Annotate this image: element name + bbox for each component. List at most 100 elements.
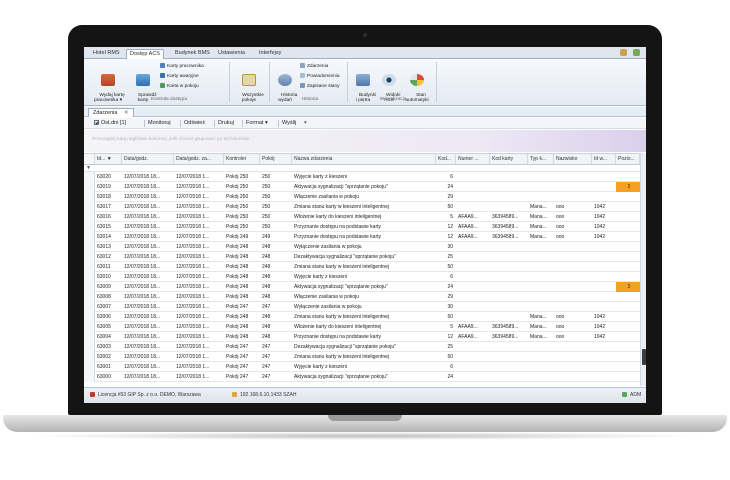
table-row[interactable]: 63004 12/07/2018 18... 12/07/2018 1... Pokó…: [84, 332, 640, 342]
table-row[interactable]: 63007 12/07/2018 18... 12/07/2018 1... Pokó…: [84, 302, 640, 312]
saved-states-button[interactable]: Zapisane stany: [300, 83, 340, 90]
cell-card-code: [490, 362, 528, 372]
table-row[interactable]: 63012 12/07/2018 18... 12/07/2018 1... Pokó…: [84, 252, 640, 262]
events-grid: Id... ▼ Data/godz. Data/godz. za... Kontrol…: [84, 153, 640, 386]
header-col-surname[interactable]: Nazwisko: [554, 154, 592, 165]
cell-id-w: 1042: [594, 334, 606, 340]
scrollbar-thumb[interactable]: [642, 349, 646, 365]
check-card-button[interactable]: Sprawdź kartę: [130, 63, 157, 110]
monitor-button[interactable]: Monitoruj: [148, 120, 171, 127]
header-col-code[interactable]: Kod...: [436, 154, 456, 165]
refresh-button[interactable]: Odśwież: [184, 120, 205, 127]
row-indicator[interactable]: [84, 202, 95, 212]
all-rooms-button[interactable]: Wszystkie pokoje: [234, 63, 264, 110]
row-indicator[interactable]: [84, 242, 95, 252]
header-col-card-code[interactable]: Kod karty: [490, 154, 528, 165]
tab-budynek-bms[interactable]: Budynek BMS: [172, 49, 213, 59]
row-indicator[interactable]: [84, 282, 95, 292]
row-indicator[interactable]: [84, 312, 95, 322]
header-col-id-w[interactable]: Id w...: [592, 154, 616, 165]
table-row[interactable]: 63005 12/07/2018 18... 12/07/2018 1... Pokó…: [84, 322, 640, 332]
users-icon[interactable]: [620, 49, 628, 56]
table-row[interactable]: 63013 12/07/2018 18... 12/07/2018 1... Pokó…: [84, 242, 640, 252]
tab-ustawienia[interactable]: Ustawienia: [215, 49, 248, 59]
filter-row[interactable]: ▼: [84, 165, 640, 172]
table-row[interactable]: 63001 12/07/2018 18... 12/07/2018 1... Pokó…: [84, 362, 640, 372]
format-dropdown[interactable]: Format ▾: [246, 120, 268, 127]
header-col-date[interactable]: Data/godz.: [122, 154, 174, 165]
vertical-scrollbar[interactable]: [640, 153, 646, 386]
header-col-level[interactable]: Pozio...: [616, 154, 640, 165]
table-row[interactable]: 63018 12/07/2018 18... 12/07/2018 1... Pokó…: [84, 192, 640, 202]
buildings-button[interactable]: Budynki i piętra: [351, 63, 376, 110]
table-row[interactable]: 63003 12/07/2018 18... 12/07/2018 1... Pokó…: [84, 342, 640, 352]
row-indicator[interactable]: [84, 182, 95, 192]
group-by-panel[interactable]: Przeciągnij tutaj nagłówek kolumny, jeśl…: [84, 130, 646, 152]
row-indicator[interactable]: [84, 292, 95, 302]
tab-events[interactable]: Zdarzenia ✕: [88, 108, 134, 117]
header-col-room[interactable]: Pokój: [260, 154, 292, 165]
row-indicator[interactable]: [84, 342, 95, 352]
tab-interfejsy[interactable]: Interfejsy: [256, 49, 284, 59]
close-icon[interactable]: ✕: [124, 110, 129, 116]
row-indicator[interactable]: [84, 332, 95, 342]
row-indicator[interactable]: [84, 232, 95, 242]
recent-days-checkbox[interactable]: Ost.dni [1]: [94, 120, 126, 127]
toolbar-separator: [144, 120, 145, 127]
notifications-button[interactable]: Powiadomienia: [300, 73, 340, 80]
history-button[interactable]: Historia wydań: [273, 63, 297, 110]
header-col-id[interactable]: Id... ▼: [95, 154, 122, 165]
row-indicator[interactable]: [84, 212, 95, 222]
row-indicator[interactable]: [84, 192, 95, 202]
room-card-button[interactable]: Karta w pokoju: [160, 83, 199, 90]
table-row[interactable]: 63000 12/07/2018 18... 12/07/2018 1... Pokó…: [84, 372, 640, 382]
row-indicator[interactable]: [84, 372, 95, 382]
table-row[interactable]: 63009 12/07/2018 18... 12/07/2018 1... Pokó…: [84, 282, 640, 292]
cell-id-w: [592, 242, 616, 252]
table-row[interactable]: 63020 12/07/2018 18... 12/07/2018 1... Pokó…: [84, 172, 640, 182]
cell-id: 63015: [97, 224, 111, 230]
table-row[interactable]: 63002 12/07/2018 18... 12/07/2018 1... Pokó…: [84, 352, 640, 362]
header-col-number[interactable]: Numer ...: [456, 154, 490, 165]
table-row[interactable]: 63010 12/07/2018 18... 12/07/2018 1... Pokó…: [84, 272, 640, 282]
table-row[interactable]: 63017 12/07/2018 18... 12/07/2018 1... Pokó…: [84, 202, 640, 212]
table-row[interactable]: 63019 12/07/2018 18... 12/07/2018 1... Pokó…: [84, 182, 640, 192]
export-button[interactable]: Wyślij: [282, 120, 296, 127]
table-row[interactable]: 63008 12/07/2018 18... 12/07/2018 1... Pokó…: [84, 292, 640, 302]
employee-cards-button[interactable]: Karty pracownika: [160, 63, 204, 70]
events-button[interactable]: Zdarzenia: [300, 63, 328, 70]
row-indicator[interactable]: [84, 322, 95, 332]
row-indicator[interactable]: [84, 272, 95, 282]
notifications-label: Powiadomienia: [307, 74, 340, 79]
row-indicator[interactable]: [84, 252, 95, 262]
row-indicator[interactable]: [84, 352, 95, 362]
header-col-card-type[interactable]: Typ k...: [528, 154, 554, 165]
print-button[interactable]: Drukuj: [218, 120, 234, 127]
laptop-base: [3, 415, 727, 432]
header-col-controller[interactable]: Kontroler: [224, 154, 260, 165]
tab-dostep-acs[interactable]: Dostęp ACS: [126, 49, 164, 59]
row-indicator[interactable]: [84, 302, 95, 312]
acs-views-button[interactable]: Widoki ACS: [378, 63, 400, 110]
row-indicator[interactable]: [84, 222, 95, 232]
cell-card-type: Mana...: [530, 324, 547, 330]
issue-card-button[interactable]: Wydaj kartę pracownika ▾: [88, 63, 128, 110]
toolbar-overflow-button[interactable]: ▾: [304, 120, 307, 127]
row-indicator[interactable]: [84, 172, 95, 182]
tab-hotel-rms[interactable]: Hotel RMS: [90, 49, 123, 59]
table-row[interactable]: 63015 12/07/2018 18... 12/07/2018 1... Pokó…: [84, 222, 640, 232]
grid-rows: 63020 12/07/2018 18... 12/07/2018 1... Pokó…: [84, 172, 640, 387]
settings-icon[interactable]: [633, 49, 640, 56]
row-indicator[interactable]: [84, 362, 95, 372]
filter-icon[interactable]: ▼: [86, 165, 91, 172]
table-row[interactable]: 63016 12/07/2018 18... 12/07/2018 1... Pokó…: [84, 212, 640, 222]
header-col-event-name[interactable]: Nazwa zdarzenia: [292, 154, 436, 165]
row-indicator[interactable]: [84, 262, 95, 272]
automation-button[interactable]: Stan automatyki: [403, 63, 431, 110]
emergency-cards-button[interactable]: Karty awaryjne: [160, 73, 199, 80]
table-row[interactable]: 63014 12/07/2018 18... 12/07/2018 1... Pokó…: [84, 232, 640, 242]
events-label: Zdarzenia: [307, 64, 329, 69]
table-row[interactable]: 63006 12/07/2018 18... 12/07/2018 1... Pokó…: [84, 312, 640, 322]
header-col-date-received[interactable]: Data/godz. za...: [174, 154, 224, 165]
table-row[interactable]: 63011 12/07/2018 18... 12/07/2018 1... Pokó…: [84, 262, 640, 272]
